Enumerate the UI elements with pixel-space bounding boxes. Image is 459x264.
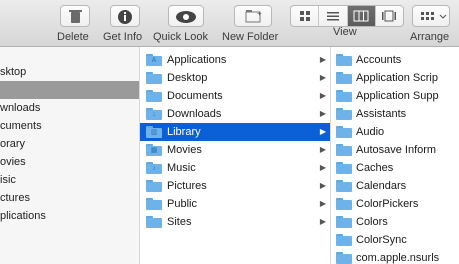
desktop-folder-icon	[146, 72, 162, 84]
list-item[interactable]: Audio	[331, 123, 459, 141]
new-folder-label: New Folder	[222, 31, 279, 43]
sidebar-item[interactable]: ctures	[0, 189, 139, 207]
folder-icon	[336, 72, 352, 84]
folder-icon	[336, 234, 352, 246]
trash-icon	[60, 5, 90, 27]
folder-icon	[336, 162, 352, 174]
list-item-movies[interactable]: ▦ Movies ▶	[140, 141, 330, 159]
list-view-icon[interactable]	[319, 6, 348, 26]
sidebar-item[interactable]: isic	[0, 171, 139, 189]
library-folder-icon: ▥	[146, 126, 162, 138]
folder-icon	[336, 108, 352, 120]
sidebar: sktop wnloads cuments orary ovies isic c…	[0, 47, 140, 264]
music-folder-icon: ♪	[146, 162, 162, 174]
cover-flow-icon[interactable]	[376, 6, 403, 26]
list-item[interactable]: ColorPickers	[331, 195, 459, 213]
folder-icon	[336, 198, 352, 210]
folder-icon	[336, 90, 352, 102]
list-item-desktop[interactable]: Desktop ▶	[140, 69, 330, 87]
chevron-right-icon: ▶	[319, 199, 326, 208]
folder-icon	[336, 252, 352, 264]
sidebar-item-selected[interactable]	[0, 81, 139, 99]
chevron-right-icon: ▶	[319, 91, 326, 100]
chevron-right-icon: ▶	[319, 145, 326, 154]
chevron-right-icon: ▶	[319, 109, 326, 118]
delete-label: Delete	[57, 31, 89, 43]
list-item[interactable]: Autosave Inform	[331, 141, 459, 159]
list-item[interactable]: Caches	[331, 159, 459, 177]
home-folder-column: A Applications ▶ Desktop ▶ Documents ▶ ↓ Down…	[140, 47, 331, 264]
movies-folder-icon: ▦	[146, 144, 162, 156]
list-item-public[interactable]: Public ▶	[140, 195, 330, 213]
sidebar-item[interactable]: sktop	[0, 63, 139, 81]
svg-text:+: +	[257, 9, 262, 18]
arrange-label: Arrange	[410, 31, 450, 43]
list-item[interactable]: ColorSync	[331, 231, 459, 249]
folder-icon	[336, 180, 352, 192]
list-item[interactable]: com.apple.nsurls	[331, 249, 459, 264]
view-label: View	[333, 26, 357, 38]
pictures-folder-icon	[146, 180, 162, 192]
sites-folder-icon	[146, 216, 162, 228]
chevron-right-icon: ▶	[319, 217, 326, 226]
sidebar-item[interactable]: plications	[0, 207, 139, 225]
list-item-music[interactable]: ♪ Music ▶	[140, 159, 330, 177]
arrange-grid-icon	[412, 5, 450, 27]
list-item-downloads[interactable]: ↓ Downloads ▶	[140, 105, 330, 123]
list-item[interactable]: Accounts	[331, 51, 459, 69]
folder-icon	[336, 126, 352, 138]
folder-icon	[336, 144, 352, 156]
list-item-library[interactable]: ▥ Library ▶	[140, 123, 330, 141]
new-folder-icon: +	[234, 5, 272, 27]
public-folder-icon	[146, 198, 162, 210]
list-item[interactable]: Colors	[331, 213, 459, 231]
list-item[interactable]: Application Scrip	[331, 69, 459, 87]
column-view-icon[interactable]	[347, 6, 376, 26]
quick-look-label: Quick Look	[153, 31, 209, 43]
eye-icon	[168, 5, 204, 27]
chevron-right-icon: ▶	[319, 181, 326, 190]
icon-view-icon[interactable]	[291, 6, 320, 26]
list-item-sites[interactable]: Sites ▶	[140, 213, 330, 231]
list-item[interactable]: Assistants	[331, 105, 459, 123]
sidebar-item[interactable]: ovies	[0, 153, 139, 171]
sidebar-item[interactable]: orary	[0, 135, 139, 153]
chevron-right-icon: ▶	[319, 163, 326, 172]
view-segmented-control[interactable]	[290, 5, 404, 27]
folder-icon	[336, 216, 352, 228]
documents-folder-icon	[146, 90, 162, 102]
get-info-label: Get Info	[103, 31, 143, 43]
list-item-pictures[interactable]: Pictures ▶	[140, 177, 330, 195]
folder-icon	[336, 54, 352, 66]
list-item[interactable]: Application Supp	[331, 87, 459, 105]
sidebar-item[interactable]: wnloads	[0, 99, 139, 117]
library-folder-column: Accounts Application Scrip Application S…	[331, 47, 459, 264]
chevron-right-icon: ▶	[319, 73, 326, 82]
list-item-applications[interactable]: A Applications ▶	[140, 51, 330, 69]
chevron-right-icon: ▶	[319, 127, 326, 136]
toolbar: Delete Get Info Quick Look + New Folder …	[0, 0, 459, 47]
applications-folder-icon: A	[146, 54, 162, 66]
info-icon	[110, 5, 140, 27]
list-item[interactable]: Calendars	[331, 177, 459, 195]
list-item-documents[interactable]: Documents ▶	[140, 87, 330, 105]
downloads-folder-icon: ↓	[146, 108, 162, 120]
chevron-right-icon: ▶	[319, 55, 326, 64]
sidebar-item[interactable]: cuments	[0, 117, 139, 135]
